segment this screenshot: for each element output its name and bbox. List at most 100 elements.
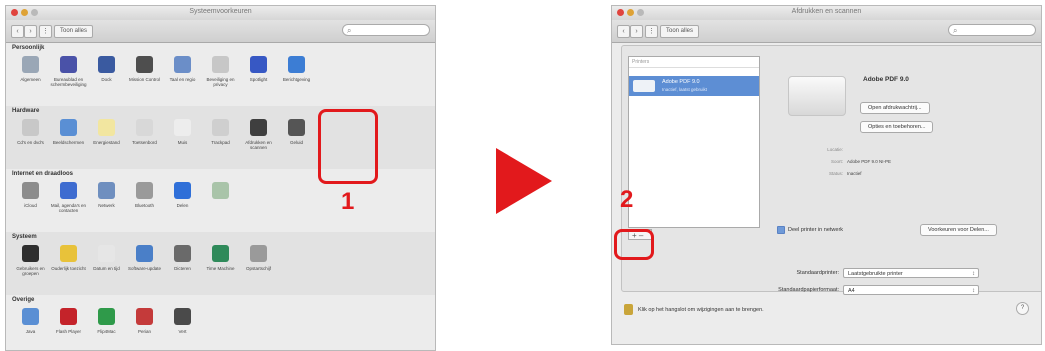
open-print-queue-button[interactable]: Open afdrukwachtrij... <box>860 102 930 114</box>
preference-pane-time-machine[interactable]: Time Machine <box>202 245 239 276</box>
preference-pane-printer[interactable]: Afdrukken en scannen <box>240 119 277 150</box>
language-icon <box>174 56 191 73</box>
share-printer-option[interactable]: Deel printer in netwerk <box>777 226 843 234</box>
preference-pane-flash[interactable]: Flash Player <box>50 308 87 334</box>
preference-pane-users[interactable]: Gebruikers en groepen <box>12 245 49 276</box>
lock-icon[interactable] <box>624 304 633 315</box>
window-title: Afdrukken en scannen <box>791 8 862 15</box>
preference-label: Spotlight <box>249 77 268 82</box>
spotlight-icon <box>250 56 267 73</box>
printer-list[interactable]: Printers Adobe PDF 9.0 Inactief, laatst … <box>628 56 760 228</box>
location-label: Locatie: <box>827 147 843 152</box>
preference-sections: Persoonlijk Algemeen Bureaublad en schermb… <box>6 43 435 350</box>
preference-pane-energy[interactable]: Energiestand <box>88 119 125 150</box>
grid-icon[interactable]: ⋮ <box>39 25 52 38</box>
printer-detail-title: Adobe PDF 9.0 <box>863 76 909 83</box>
preference-label: Gebruikers en groepen <box>16 266 45 276</box>
preference-pane-sound[interactable]: Geluid <box>278 119 315 150</box>
preference-pane-parental[interactable]: Ouderlijk toezicht <box>50 245 87 276</box>
preference-label: Toetsenbord <box>132 140 157 145</box>
preference-pane-mail[interactable]: Mail, agenda's en contacten <box>50 182 87 213</box>
search-input[interactable] <box>342 24 430 37</box>
desktop-icon <box>60 56 77 73</box>
show-all-button[interactable]: Toon alles <box>660 25 700 38</box>
bluetooth-icon <box>136 182 153 199</box>
preference-label: Mail, agenda's en contacten <box>50 203 87 213</box>
preference-icons-row: Gebruikers en groepen Ouderlijk toezicht D… <box>12 245 431 276</box>
show-all-button[interactable]: Toon alles <box>54 25 94 38</box>
preference-pane-keyboard[interactable]: Toetsenbord <box>126 119 163 150</box>
preference-pane-trackpad[interactable]: Trackpad <box>202 119 239 150</box>
preference-pane-spotlight[interactable]: Spotlight <box>240 56 277 87</box>
printer-name: Adobe PDF 9.0 <box>662 79 700 85</box>
sharing-preferences-button[interactable]: Voorkeuren voor Delen... <box>920 224 997 236</box>
preference-pane-language[interactable]: Taal en regio <box>164 56 201 87</box>
grid-icon[interactable]: ⋮ <box>645 25 658 38</box>
energy-icon <box>98 119 115 136</box>
flash-icon <box>60 308 77 325</box>
preference-pane-general[interactable]: Algemeen <box>12 56 49 87</box>
preference-pane-cd[interactable]: Cd's en dvd's <box>12 119 49 150</box>
preference-pane-dock[interactable]: Dock <box>88 56 125 87</box>
default-printer-select[interactable]: Laatstgebruikte printer <box>843 268 979 279</box>
preference-pane-desktop[interactable]: Bureaublad en schermbeveiliging <box>50 56 87 87</box>
printer-image-icon <box>788 76 846 116</box>
share-printer-checkbox[interactable] <box>777 226 785 234</box>
preference-pane-folder[interactable] <box>202 182 239 213</box>
printers-pane: Printers Adobe PDF 9.0 Inactief, laatst … <box>621 45 1041 292</box>
printer-list-item[interactable]: Adobe PDF 9.0 Inactief, laatst gebruikt <box>629 76 759 96</box>
icloud-icon <box>22 182 39 199</box>
section-title: Internet en draadloos <box>12 171 74 177</box>
kind-label: Soort: <box>830 159 843 164</box>
preference-label: Software-update <box>127 266 162 271</box>
preference-pane-perian[interactable]: Perian <box>126 308 163 334</box>
forward-button[interactable]: › <box>630 25 643 38</box>
preference-label: Perian <box>137 329 151 334</box>
preference-pane-network[interactable]: Netwerk <box>88 182 125 213</box>
preference-label: Mission Control <box>128 77 160 82</box>
options-supplies-button[interactable]: Opties en toebehoren... <box>860 121 934 133</box>
paper-size-label: Standaardpapierformaat: <box>778 287 839 293</box>
preference-pane-displays[interactable]: Beeldschermen <box>50 119 87 150</box>
status-label: Status: <box>828 171 843 176</box>
update-icon <box>136 245 153 262</box>
preference-pane-mission-control[interactable]: Mission Control <box>126 56 163 87</box>
preference-label: Flip4Mac <box>97 329 116 334</box>
preference-pane-security[interactable]: Beveiliging en privacy <box>202 56 239 87</box>
mouse-icon <box>174 119 191 136</box>
preference-pane-java[interactable]: Java <box>12 308 49 334</box>
help-button[interactable]: ? <box>1016 302 1029 315</box>
preference-label: Afdrukken en scannen <box>245 140 272 150</box>
preference-label: Time Machine <box>206 266 235 271</box>
default-printer-label: Standaardprinter: <box>796 270 840 276</box>
preference-icons-row: Algemeen Bureaublad en schermbeveiliging D… <box>12 56 431 87</box>
network-icon <box>98 182 115 199</box>
paper-size-select[interactable]: A4 <box>843 285 979 296</box>
preference-label: Beveiliging en privacy <box>206 77 235 87</box>
mission-control-icon <box>136 56 153 73</box>
shield-icon <box>174 308 191 325</box>
preference-pane-microphone[interactable]: Dicteren <box>164 245 201 276</box>
back-button[interactable]: ‹ <box>11 25 24 38</box>
printer-icon <box>250 119 267 136</box>
preference-pane-notifications[interactable]: Berichtgeving <box>278 56 315 87</box>
notifications-icon <box>288 56 305 73</box>
preference-pane-shield[interactable]: Vert <box>164 308 201 334</box>
preference-pane-update[interactable]: Software-update <box>126 245 163 276</box>
preference-pane-sharing[interactable]: Delen <box>164 182 201 213</box>
search-input[interactable] <box>948 24 1036 37</box>
preference-pane-disk[interactable]: Opstartschijf <box>240 245 277 276</box>
preference-section: Systeem Gebruikers en groepen Ouderlijk to… <box>6 232 435 295</box>
preference-pane-clock[interactable]: Datum en tijd <box>88 245 125 276</box>
paper-size-row: Standaardpapierformaat: A4 <box>759 285 979 296</box>
back-button[interactable]: ‹ <box>617 25 630 38</box>
step2-number: 2 <box>620 186 634 213</box>
preference-pane-bluetooth[interactable]: Bluetooth <box>126 182 163 213</box>
flip4mac-icon <box>98 308 115 325</box>
preference-pane-flip4mac[interactable]: Flip4Mac <box>88 308 125 334</box>
forward-button[interactable]: › <box>24 25 37 38</box>
window-title: Systeemvoorkeuren <box>189 8 252 15</box>
toolbar: ‹ › ⋮ Toon alles <box>612 20 1041 43</box>
preference-pane-icloud[interactable]: iCloud <box>12 182 49 213</box>
preference-pane-mouse[interactable]: Muis <box>164 119 201 150</box>
